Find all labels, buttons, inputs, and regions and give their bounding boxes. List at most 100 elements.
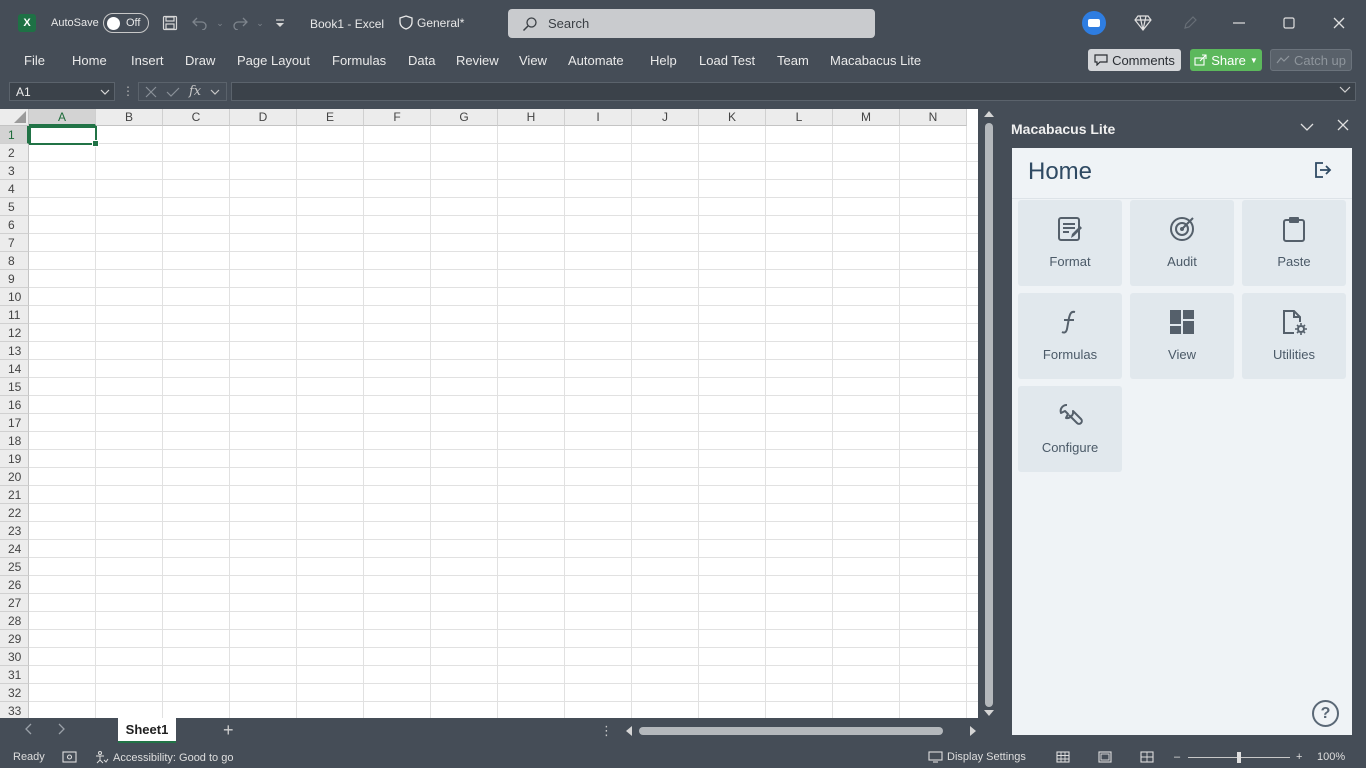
row-header[interactable]: 4 bbox=[0, 180, 29, 198]
zoom-out-button[interactable]: – bbox=[1174, 751, 1180, 763]
formula-input[interactable] bbox=[231, 82, 1356, 101]
row-header[interactable]: 19 bbox=[0, 450, 29, 468]
row-header[interactable]: 18 bbox=[0, 432, 29, 450]
column-header[interactable]: N bbox=[900, 109, 967, 126]
next-sheet-icon[interactable] bbox=[58, 722, 66, 738]
tab-automate[interactable]: Automate bbox=[568, 53, 624, 68]
column-header[interactable]: B bbox=[96, 109, 163, 126]
page-break-view-icon[interactable] bbox=[1140, 751, 1154, 763]
help-button[interactable]: ? bbox=[1312, 700, 1339, 727]
normal-view-icon[interactable] bbox=[1056, 751, 1070, 763]
tab-view[interactable]: View bbox=[519, 53, 547, 68]
scroll-up-icon[interactable] bbox=[984, 111, 994, 117]
sheet-tab-sheet1[interactable]: Sheet1 bbox=[118, 718, 176, 743]
row-header[interactable]: 1 bbox=[0, 126, 29, 144]
pen-icon[interactable] bbox=[1180, 13, 1200, 33]
select-all-button[interactable] bbox=[0, 109, 29, 126]
zoom-slider-thumb[interactable] bbox=[1237, 752, 1241, 763]
row-header[interactable]: 17 bbox=[0, 414, 29, 432]
horizontal-scroll-thumb[interactable] bbox=[639, 727, 943, 735]
accessibility-status[interactable]: Accessibility: Good to go bbox=[95, 751, 233, 764]
scroll-left-icon[interactable] bbox=[626, 726, 632, 736]
row-header[interactable]: 15 bbox=[0, 378, 29, 396]
fx-dropdown-icon[interactable] bbox=[210, 89, 220, 95]
row-header[interactable]: 27 bbox=[0, 594, 29, 612]
row-header[interactable]: 25 bbox=[0, 558, 29, 576]
tile-audit[interactable]: Audit bbox=[1130, 200, 1234, 286]
vertical-scrollbar[interactable] bbox=[980, 109, 998, 718]
tab-review[interactable]: Review bbox=[456, 53, 499, 68]
worksheet-grid[interactable]: ABCDEFGHIJKLMN 1 2 3 4 5 6 7 8 9 10 11 12 13 14 15 16 17… bbox=[0, 109, 978, 718]
cell-area[interactable] bbox=[29, 126, 978, 718]
row-header[interactable]: 33 bbox=[0, 702, 29, 718]
formula-bar-options-icon[interactable]: ⋮ bbox=[122, 84, 134, 98]
tab-data[interactable]: Data bbox=[408, 53, 435, 68]
column-header[interactable]: L bbox=[766, 109, 833, 126]
sign-out-icon[interactable] bbox=[1312, 160, 1334, 182]
tile-configure[interactable]: Configure bbox=[1018, 386, 1122, 472]
premium-diamond-icon[interactable] bbox=[1133, 13, 1153, 33]
tab-team[interactable]: Team bbox=[777, 53, 809, 68]
macro-recording-icon[interactable] bbox=[62, 751, 77, 763]
zoom-in-button[interactable]: + bbox=[1296, 751, 1302, 763]
share-button[interactable]: Share ▼ bbox=[1190, 49, 1262, 71]
column-header[interactable]: J bbox=[632, 109, 699, 126]
column-header[interactable]: A bbox=[29, 109, 96, 126]
tab-formulas[interactable]: Formulas bbox=[332, 53, 386, 68]
row-header[interactable]: 30 bbox=[0, 648, 29, 666]
column-header[interactable]: I bbox=[565, 109, 632, 126]
customize-qat-icon[interactable] bbox=[270, 13, 290, 33]
row-header[interactable]: 5 bbox=[0, 198, 29, 216]
row-header[interactable]: 23 bbox=[0, 522, 29, 540]
add-sheet-icon[interactable]: + bbox=[223, 720, 234, 741]
row-header[interactable]: 21 bbox=[0, 486, 29, 504]
column-header[interactable]: K bbox=[699, 109, 766, 126]
pane-options-icon[interactable] bbox=[1300, 119, 1314, 134]
row-header[interactable]: 13 bbox=[0, 342, 29, 360]
sensitivity-label[interactable]: General* bbox=[399, 15, 464, 30]
row-header[interactable]: 8 bbox=[0, 252, 29, 270]
tab-macabacus-lite[interactable]: Macabacus Lite bbox=[830, 53, 921, 68]
tab-file[interactable]: File bbox=[24, 53, 45, 68]
sheet-options-icon[interactable]: ⋮ bbox=[600, 723, 613, 739]
redo-dropdown-icon[interactable]: ⌄ bbox=[250, 13, 270, 33]
tab-help[interactable]: Help bbox=[650, 53, 677, 68]
name-box-dropdown-icon[interactable] bbox=[100, 89, 110, 95]
row-header[interactable]: 14 bbox=[0, 360, 29, 378]
row-header[interactable]: 28 bbox=[0, 612, 29, 630]
row-header[interactable]: 22 bbox=[0, 504, 29, 522]
redo-icon[interactable] bbox=[230, 13, 250, 33]
row-header[interactable]: 10 bbox=[0, 288, 29, 306]
cancel-icon[interactable] bbox=[145, 86, 157, 98]
catch-up-button[interactable]: Catch up bbox=[1270, 49, 1352, 71]
account-avatar[interactable] bbox=[1082, 11, 1106, 35]
display-settings-button[interactable]: Display Settings bbox=[928, 751, 1026, 763]
row-header[interactable]: 24 bbox=[0, 540, 29, 558]
row-header[interactable]: 16 bbox=[0, 396, 29, 414]
column-header[interactable]: F bbox=[364, 109, 431, 126]
undo-icon[interactable] bbox=[190, 13, 210, 33]
row-header[interactable]: 20 bbox=[0, 468, 29, 486]
expand-formula-bar-icon[interactable] bbox=[1339, 84, 1351, 96]
zoom-level[interactable]: 100% bbox=[1317, 751, 1345, 763]
tab-insert[interactable]: Insert bbox=[131, 53, 164, 68]
column-header[interactable]: C bbox=[163, 109, 230, 126]
column-header[interactable]: D bbox=[230, 109, 297, 126]
vertical-scroll-thumb[interactable] bbox=[985, 123, 993, 707]
horizontal-scrollbar[interactable] bbox=[622, 724, 980, 738]
row-header[interactable]: 2 bbox=[0, 144, 29, 162]
row-header[interactable]: 3 bbox=[0, 162, 29, 180]
column-header[interactable]: M bbox=[833, 109, 900, 126]
row-header[interactable]: 29 bbox=[0, 630, 29, 648]
tab-load-test[interactable]: Load Test bbox=[699, 53, 755, 68]
tab-page-layout[interactable]: Page Layout bbox=[237, 53, 310, 68]
autosave-toggle[interactable]: Off bbox=[103, 13, 149, 33]
column-header[interactable]: G bbox=[431, 109, 498, 126]
row-header[interactable]: 12 bbox=[0, 324, 29, 342]
tile-view[interactable]: View bbox=[1130, 293, 1234, 379]
row-header[interactable]: 26 bbox=[0, 576, 29, 594]
close-window-icon[interactable] bbox=[1327, 12, 1351, 34]
tab-home[interactable]: Home bbox=[72, 53, 107, 68]
tile-utilities[interactable]: Utilities bbox=[1242, 293, 1346, 379]
comments-button[interactable]: Comments bbox=[1088, 49, 1181, 71]
